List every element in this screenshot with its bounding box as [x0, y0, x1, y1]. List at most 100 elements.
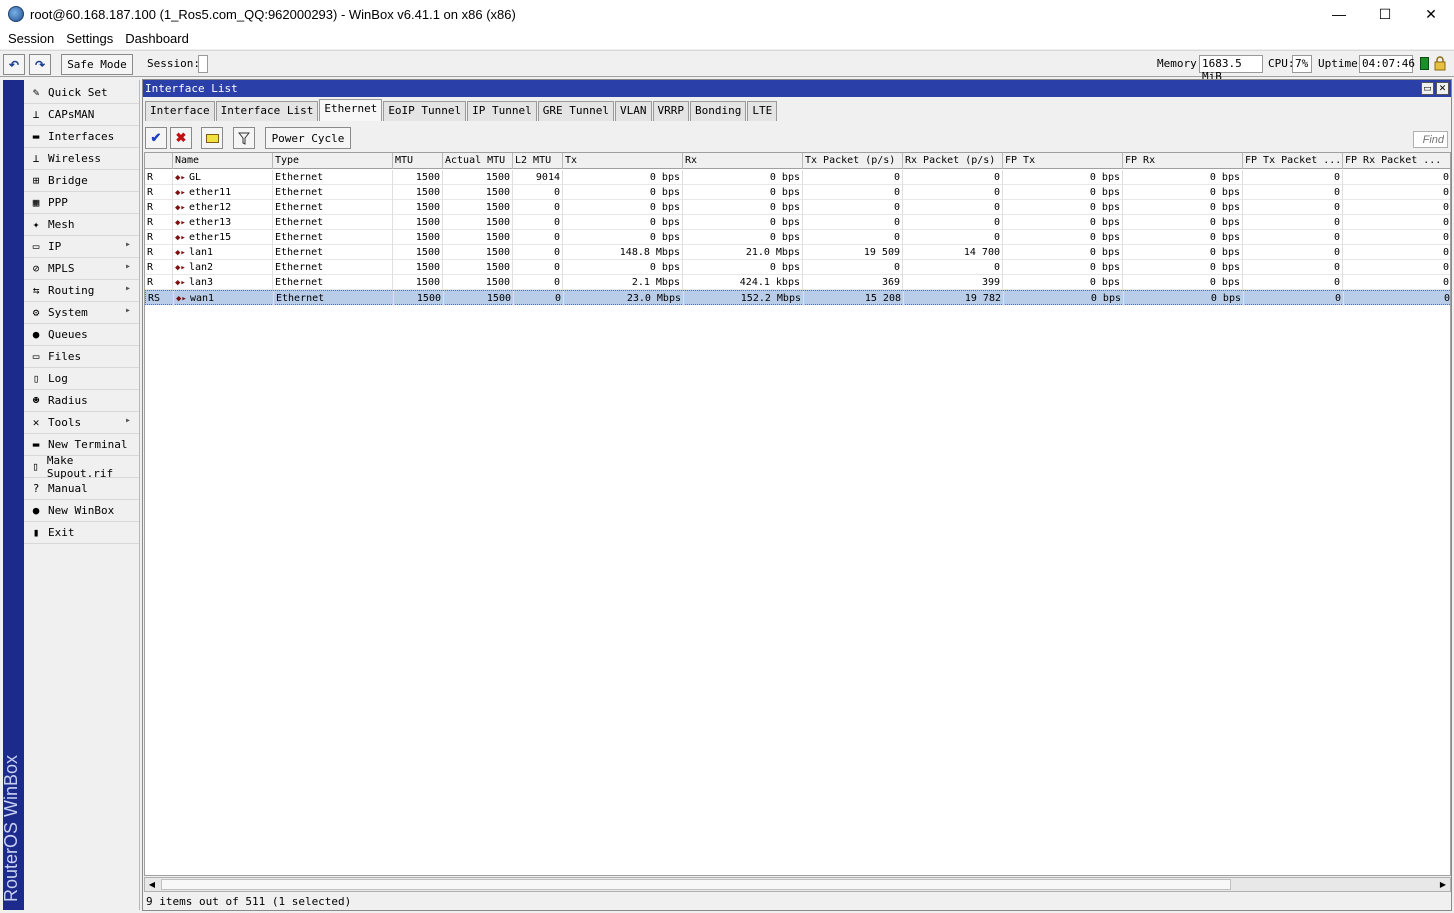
- sidebar-item-queues[interactable]: ● Queues: [24, 324, 139, 346]
- column-header-l2_mtu[interactable]: L2 MTU: [513, 153, 563, 169]
- sidebar-item-mpls[interactable]: ⊘ MPLS ▸: [24, 258, 139, 280]
- safe-mode-button[interactable]: Safe Mode: [61, 54, 133, 75]
- exit-icon: ▮: [32, 526, 40, 539]
- cell-name: ◆▸ GL: [173, 170, 273, 185]
- undo-button[interactable]: ↶: [3, 54, 25, 75]
- table-row[interactable]: RS ◆▸ wan1 Ethernet 1500 1500 0 23.0 Mbps 152.2 …: [145, 290, 1450, 306]
- scroll-left-icon[interactable]: ◀: [145, 878, 159, 891]
- redo-button[interactable]: ↷: [29, 54, 51, 75]
- sidebar-item-system[interactable]: ⚙ System ▸: [24, 302, 139, 324]
- column-header-mtu[interactable]: MTU: [393, 153, 443, 169]
- sidebar-item-files[interactable]: ▭ Files: [24, 346, 139, 368]
- sidebar-item-label: Routing: [48, 284, 95, 297]
- cell-rx: 21.0 Mbps: [683, 245, 803, 260]
- brand-bar: RouterOS WinBox: [1, 80, 24, 910]
- cell-fp-tx-pkt: 0: [1243, 215, 1343, 230]
- scroll-right-icon[interactable]: ▶: [1436, 878, 1450, 891]
- sidebar-item-interfaces[interactable]: ▬ Interfaces: [24, 126, 139, 148]
- menu-session[interactable]: Session: [8, 31, 54, 46]
- tab-interface-list[interactable]: Interface List: [215, 101, 319, 121]
- cell-l2-mtu: 0: [514, 291, 564, 306]
- tab-interface[interactable]: Interface: [145, 101, 215, 121]
- files-icon: ▭: [32, 350, 40, 363]
- column-header-tx_pkt[interactable]: Tx Packet (p/s): [803, 153, 903, 169]
- sidebar-item-tools[interactable]: ✕ Tools ▸: [24, 412, 139, 434]
- power-cycle-button[interactable]: Power Cycle: [265, 127, 351, 149]
- column-header-rx[interactable]: Rx: [683, 153, 803, 169]
- tab-lte[interactable]: LTE: [747, 101, 778, 121]
- session-field[interactable]: [198, 55, 208, 73]
- table-row[interactable]: R ◆▸ ether11 Ethernet 1500 1500 0 0 bps 0 bps 0 0 0…: [145, 185, 1450, 200]
- enable-button[interactable]: ✔: [145, 127, 167, 149]
- sidebar-item-log[interactable]: ▯ Log: [24, 368, 139, 390]
- menu-dashboard[interactable]: Dashboard: [125, 31, 189, 46]
- column-header-type[interactable]: Type: [273, 153, 393, 169]
- tab-ethernet[interactable]: Ethernet: [319, 99, 383, 121]
- sidebar-item-wireless[interactable]: ⊥ Wireless: [24, 148, 139, 170]
- minimize-button[interactable]: —: [1316, 0, 1362, 28]
- filter-button[interactable]: [233, 127, 255, 149]
- session-label: Session:: [147, 57, 200, 70]
- sidebar-item-exit[interactable]: ▮ Exit: [24, 522, 139, 544]
- column-header-flag[interactable]: [145, 153, 173, 169]
- sidebar-item-radius[interactable]: ☻ Radius: [24, 390, 139, 412]
- panel-restore-button[interactable]: ▭: [1421, 82, 1434, 95]
- sidebar-item-routing[interactable]: ⇆ Routing ▸: [24, 280, 139, 302]
- table-row[interactable]: R ◆▸ GL Ethernet 1500 1500 9014 0 bps 0 bps 0 0 0 b…: [145, 170, 1450, 185]
- sidebar-item-quick-set[interactable]: ✎ Quick Set: [24, 82, 139, 104]
- sidebar-item-ppp[interactable]: ▦ PPP: [24, 192, 139, 214]
- column-header-tx[interactable]: Tx: [563, 153, 683, 169]
- sidebar-item-manual[interactable]: ? Manual: [24, 478, 139, 500]
- cell-mtu: 1500: [393, 245, 443, 260]
- column-header-fp_rx_pkt[interactable]: FP Rx Packet ...: [1343, 153, 1450, 169]
- cell-actual-mtu: 1500: [443, 245, 513, 260]
- close-button[interactable]: ✕: [1408, 0, 1454, 28]
- table-row[interactable]: R ◆▸ ether12 Ethernet 1500 1500 0 0 bps 0 bps 0 0 0…: [145, 200, 1450, 215]
- column-header-rx_pkt[interactable]: Rx Packet (p/s): [903, 153, 1003, 169]
- horizontal-scrollbar[interactable]: ◀ ▶: [144, 877, 1451, 892]
- cell-tx: 0 bps: [563, 170, 683, 185]
- cell-tx-pkt: 19 509: [803, 245, 903, 260]
- find-input[interactable]: [1413, 131, 1448, 148]
- column-header-fp_rx[interactable]: FP Rx: [1123, 153, 1243, 169]
- table-row[interactable]: R ◆▸ lan3 Ethernet 1500 1500 0 2.1 Mbps 424.1 kb…: [145, 275, 1450, 290]
- sidebar-item-mesh[interactable]: ✦ Mesh: [24, 214, 139, 236]
- cell-rx: 0 bps: [683, 200, 803, 215]
- cell-flag: R: [145, 230, 173, 245]
- ethernet-port-icon: ◆▸: [175, 248, 186, 258]
- tab-eoip-tunnel[interactable]: EoIP Tunnel: [383, 101, 467, 121]
- disable-button[interactable]: ✖: [170, 127, 192, 149]
- tab-ip-tunnel[interactable]: IP Tunnel: [467, 101, 537, 121]
- comment-button[interactable]: [201, 127, 223, 149]
- winbox-app-icon: [8, 6, 24, 22]
- table-row[interactable]: R ◆▸ ether15 Ethernet 1500 1500 0 0 bps 0 bps 0 0 0…: [145, 230, 1450, 245]
- tab-bonding[interactable]: Bonding: [690, 101, 747, 121]
- cell-name-text: lan2: [189, 262, 214, 273]
- maximize-button[interactable]: ☐: [1362, 0, 1408, 28]
- tab-gre-tunnel[interactable]: GRE Tunnel: [537, 101, 615, 121]
- table-row[interactable]: R ◆▸ lan2 Ethernet 1500 1500 0 0 bps 0 bps 0 0 0 bp…: [145, 260, 1450, 275]
- sidebar-item-new-winbox[interactable]: ● New WinBox: [24, 500, 139, 522]
- tab-vlan[interactable]: VLAN: [615, 101, 652, 121]
- submenu-arrow-icon: ▸: [124, 305, 131, 316]
- sidebar-item-ip[interactable]: ▭ IP ▸: [24, 236, 139, 258]
- column-header-actual_mtu[interactable]: Actual MTU: [443, 153, 513, 169]
- tab-vrrp[interactable]: VRRP: [652, 101, 690, 121]
- table-row[interactable]: R ◆▸ lan1 Ethernet 1500 1500 0 148.8 Mbps 21.0 M…: [145, 245, 1450, 260]
- ethernet-port-icon: ◆▸: [176, 294, 187, 304]
- sidebar-item-capsman[interactable]: ⊥ CAPsMAN: [24, 104, 139, 126]
- column-header-fp_tx_pkt[interactable]: FP Tx Packet ...: [1243, 153, 1343, 169]
- cell-fp-rx-pkt: 0: [1344, 291, 1450, 306]
- cell-tx-pkt: 0: [803, 215, 903, 230]
- cell-name: ◆▸ lan2: [173, 260, 273, 275]
- sidebar-item-bridge[interactable]: ⊞ Bridge: [24, 170, 139, 192]
- menu-settings[interactable]: Settings: [66, 31, 113, 46]
- column-header-fp_tx[interactable]: FP Tx: [1003, 153, 1123, 169]
- column-header-name[interactable]: Name: [173, 153, 273, 169]
- uptime-label: Uptime:: [1318, 57, 1365, 70]
- panel-close-button[interactable]: ✕: [1436, 82, 1449, 95]
- cell-rx: 0 bps: [683, 215, 803, 230]
- sidebar-item-make-supout-rif[interactable]: ▯ Make Supout.rif: [24, 454, 139, 480]
- table-row[interactable]: R ◆▸ ether13 Ethernet 1500 1500 0 0 bps 0 bps 0 0 0…: [145, 215, 1450, 230]
- scroll-thumb[interactable]: [161, 879, 1231, 890]
